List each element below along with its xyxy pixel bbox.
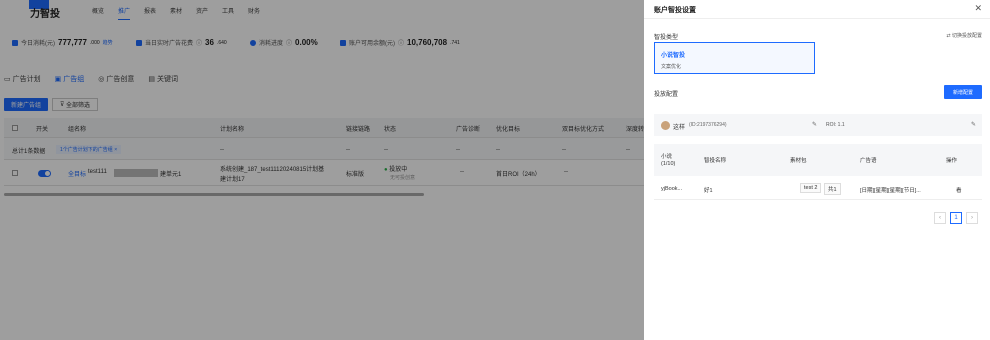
page-1-button[interactable]: 1 bbox=[950, 212, 962, 224]
type-card-novel[interactable]: 小说智投 文案优化 bbox=[654, 42, 815, 74]
config-table-header: 小说 (1/10) 智投名称 素材包 广告语 操作 bbox=[654, 144, 982, 176]
material-tag: test 2 bbox=[800, 183, 822, 193]
edit-icon[interactable]: ✎ bbox=[812, 121, 817, 128]
col-novel: 小说 bbox=[661, 154, 673, 160]
roi-value: ROI: 1.1 bbox=[826, 122, 845, 128]
type-card-title: 小说智投 bbox=[661, 53, 686, 59]
col-material: 素材包 bbox=[790, 158, 807, 164]
col-ad-slogan: 广告语 bbox=[860, 158, 877, 164]
type-section-label: 智投类型 bbox=[654, 35, 679, 41]
switch-link-text: 切换投放配置 bbox=[951, 33, 982, 39]
account-name: 这样 bbox=[673, 125, 686, 131]
drawer-title: 账户智投设置 bbox=[654, 7, 696, 14]
divider bbox=[644, 18, 990, 19]
col-plan-name: 智投名称 bbox=[704, 158, 727, 164]
type-card-sub: 文案优化 bbox=[661, 64, 682, 70]
row-plan-name: 好1 bbox=[704, 188, 713, 194]
switch-config-link[interactable]: ⇄ 切换投放配置 bbox=[946, 32, 982, 39]
row-ad-slogan: [日期][星期][星期][节日]... bbox=[860, 188, 921, 194]
row-novel: yjBook... bbox=[661, 186, 683, 192]
modal-backdrop[interactable] bbox=[0, 0, 644, 340]
config-section-label: 投放配置 bbox=[654, 92, 679, 98]
col-novel-count: (1/10) bbox=[661, 161, 676, 167]
prev-page-button[interactable]: ‹ bbox=[934, 212, 946, 224]
config-row: yjBook... 好1 test 2 共1 [日期][星期][星期][节日].… bbox=[654, 178, 982, 200]
smart-delivery-drawer: 账户智投设置 ✕ 智投类型 ⇄ 切换投放配置 小说智投 文案优化 投放配置 新增… bbox=[644, 0, 990, 340]
view-button[interactable]: 看 bbox=[956, 186, 962, 194]
account-id: (ID:2197376294) bbox=[689, 122, 727, 128]
col-op: 操作 bbox=[946, 158, 958, 164]
account-row: 这样 (ID:2197376294) ✎ ROI: 1.1 ✎ bbox=[654, 114, 982, 136]
close-icon[interactable]: ✕ bbox=[974, 3, 982, 14]
avatar bbox=[661, 121, 670, 130]
edit-icon[interactable]: ✎ bbox=[971, 121, 976, 128]
next-page-button[interactable]: › bbox=[966, 212, 978, 224]
material-count: 共1 bbox=[824, 183, 841, 195]
new-config-button[interactable]: 新增配置 bbox=[944, 85, 982, 99]
